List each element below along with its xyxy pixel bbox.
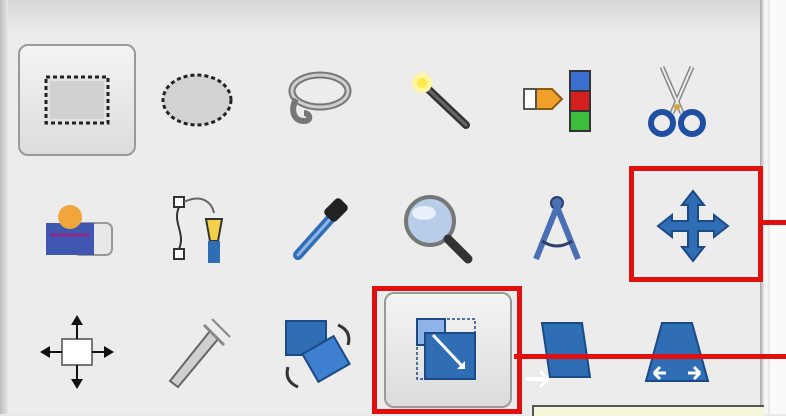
tool-color-picker[interactable] [258, 172, 376, 284]
tool-measure[interactable] [498, 172, 616, 284]
tool-ellipse-select[interactable] [138, 44, 256, 156]
foreground-select-icon [46, 205, 113, 256]
tool-fuzzy-select[interactable] [378, 44, 496, 156]
tool-foreground-select[interactable] [18, 172, 136, 284]
tool-select-by-color[interactable] [498, 44, 616, 156]
scale-tool-callout-line [514, 354, 786, 359]
color-select-icon [523, 70, 591, 132]
move-tool-highlight-box [629, 166, 763, 282]
eyedropper-icon [293, 198, 348, 260]
tool-rotate[interactable] [258, 296, 376, 408]
ellipse-select-icon [161, 73, 233, 127]
tool-free-select[interactable] [258, 44, 376, 156]
tool-crop[interactable] [138, 296, 256, 408]
window-right-frame [760, 0, 786, 414]
compass-icon [533, 196, 581, 261]
rectangle-select-icon [44, 75, 110, 125]
scissors-icon [648, 66, 706, 137]
rotate-icon [285, 320, 351, 389]
tooltip-partial [532, 405, 764, 416]
tool-paths[interactable] [138, 172, 256, 284]
tool-zoom[interactable] [378, 172, 496, 284]
crop-knife-icon [168, 318, 231, 389]
pen-path-icon [173, 196, 224, 263]
move-tool-callout-line [763, 220, 786, 225]
window-left-edge [0, 0, 8, 414]
tool-perspective[interactable] [618, 296, 736, 408]
tool-rectangle-select[interactable] [18, 44, 136, 156]
scale-tool-highlight-box [372, 286, 522, 414]
tool-scissors-select[interactable] [618, 44, 736, 156]
tool-alignment[interactable] [18, 296, 136, 408]
lasso-icon [288, 71, 352, 125]
magic-wand-icon [412, 73, 470, 129]
shear-icon [526, 322, 592, 389]
align-icon [40, 315, 114, 389]
magnifier-icon [404, 195, 473, 264]
perspective-icon [644, 322, 710, 382]
toolbox-top-shadow [8, 0, 760, 34]
